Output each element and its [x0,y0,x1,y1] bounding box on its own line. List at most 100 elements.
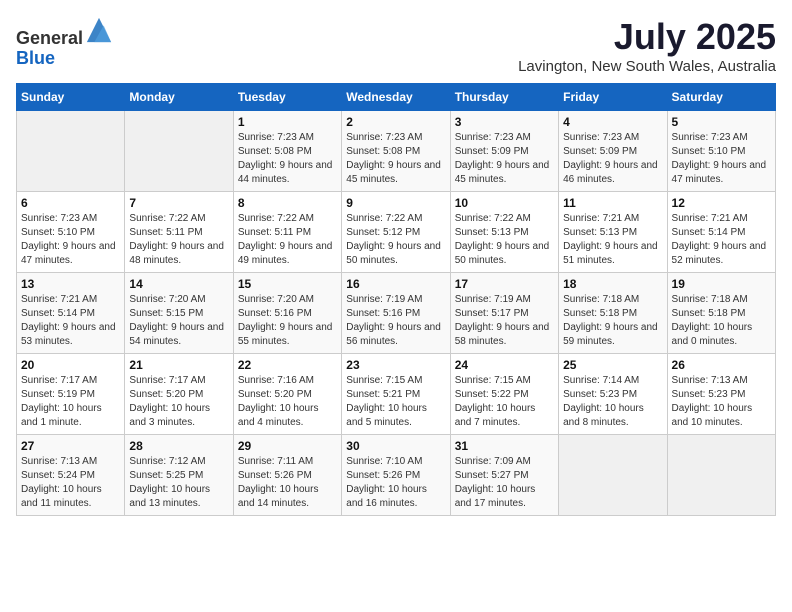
day-detail: Sunrise: 7:09 AMSunset: 5:27 PMDaylight:… [455,455,554,511]
day-header-tuesday: Tuesday [233,84,341,111]
day-number: 3 [455,115,554,129]
calendar-cell: 10 Sunrise: 7:22 AMSunset: 5:13 PMDayligh… [450,192,558,273]
calendar-cell: 1 Sunrise: 7:23 AMSunset: 5:08 PMDaylight… [233,111,341,192]
day-detail: Sunrise: 7:21 AMSunset: 5:13 PMDaylight:… [563,212,662,268]
day-detail: Sunrise: 7:14 AMSunset: 5:23 PMDaylight:… [563,374,662,430]
day-detail: Sunrise: 7:10 AMSunset: 5:26 PMDaylight:… [346,455,445,511]
day-number: 28 [129,439,228,453]
day-detail: Sunrise: 7:15 AMSunset: 5:22 PMDaylight:… [455,374,554,430]
calendar-cell: 11Sunrise: 7:21 AMSunset: 5:13 PMDayligh… [559,192,667,273]
day-number: 6 [21,196,120,210]
calendar-cell: 22Sunrise: 7:16 AMSunset: 5:20 PMDayligh… [233,354,341,435]
day-detail: Sunrise: 7:22 AMSunset: 5:13 PMDaylight:… [455,212,554,268]
day-detail: Sunrise: 7:15 AMSunset: 5:21 PMDaylight:… [346,374,445,430]
calendar-cell: 14 Sunrise: 7:20 AMSunset: 5:15 PMDayligh… [125,273,233,354]
calendar-cell: 24 Sunrise: 7:15 AMSunset: 5:22 PMDayligh… [450,354,558,435]
day-number: 22 [238,358,337,372]
day-detail: Sunrise: 7:19 AMSunset: 5:16 PMDaylight:… [346,293,445,349]
calendar-week-row: 20Sunrise: 7:17 AMSunset: 5:19 PMDayligh… [17,354,776,435]
day-detail: Sunrise: 7:21 AMSunset: 5:14 PMDaylight:… [21,293,120,349]
logo-blue: Blue [16,48,55,68]
day-detail: Sunrise: 7:23 AMSunset: 5:10 PMDaylight:… [672,131,771,187]
day-detail: Sunrise: 7:19 AMSunset: 5:17 PMDaylight:… [455,293,554,349]
day-number: 21 [129,358,228,372]
day-number: 19 [672,277,771,291]
day-number: 14 [129,277,228,291]
day-detail: Sunrise: 7:23 AMSunset: 5:08 PMDaylight:… [238,131,337,187]
day-number: 17 [455,277,554,291]
day-number: 18 [563,277,662,291]
day-detail: Sunrise: 7:18 AMSunset: 5:18 PMDaylight:… [672,293,771,349]
day-detail: Sunrise: 7:22 AMSunset: 5:11 PMDaylight:… [129,212,228,268]
day-detail: Sunrise: 7:12 AMSunset: 5:25 PMDaylight:… [129,455,228,511]
day-number: 13 [21,277,120,291]
day-number: 9 [346,196,445,210]
day-detail: Sunrise: 7:23 AMSunset: 5:09 PMDaylight:… [455,131,554,187]
calendar-cell: 31 Sunrise: 7:09 AMSunset: 5:27 PMDayligh… [450,435,558,516]
day-number: 7 [129,196,228,210]
day-detail: Sunrise: 7:17 AMSunset: 5:20 PMDaylight:… [129,374,228,430]
calendar-cell: 15Sunrise: 7:20 AMSunset: 5:16 PMDayligh… [233,273,341,354]
day-number: 27 [21,439,120,453]
day-detail: Sunrise: 7:21 AMSunset: 5:14 PMDaylight:… [672,212,771,268]
day-number: 5 [672,115,771,129]
page-header: General Blue July 2025 Lavington, New So… [16,16,776,75]
day-detail: Sunrise: 7:20 AMSunset: 5:15 PMDaylight:… [129,293,228,349]
day-number: 4 [563,115,662,129]
day-detail: Sunrise: 7:11 AMSunset: 5:26 PMDaylight:… [238,455,337,511]
day-number: 8 [238,196,337,210]
calendar-cell: 7 Sunrise: 7:22 AMSunset: 5:11 PMDaylight… [125,192,233,273]
calendar-cell [125,111,233,192]
day-detail: Sunrise: 7:13 AMSunset: 5:24 PMDaylight:… [21,455,120,511]
day-detail: Sunrise: 7:18 AMSunset: 5:18 PMDaylight:… [563,293,662,349]
day-detail: Sunrise: 7:22 AMSunset: 5:11 PMDaylight:… [238,212,337,268]
day-number: 10 [455,196,554,210]
calendar-table: SundayMondayTuesdayWednesdayThursdayFrid… [16,83,776,516]
day-number: 30 [346,439,445,453]
calendar-cell: 5 Sunrise: 7:23 AMSunset: 5:10 PMDaylight… [667,111,775,192]
day-number: 24 [455,358,554,372]
calendar-cell: 9Sunrise: 7:22 AMSunset: 5:12 PMDaylight… [342,192,450,273]
calendar-cell: 3 Sunrise: 7:23 AMSunset: 5:09 PMDaylight… [450,111,558,192]
calendar-cell: 25 Sunrise: 7:14 AMSunset: 5:23 PMDayligh… [559,354,667,435]
day-header-monday: Monday [125,84,233,111]
logo-general: General [16,28,83,48]
calendar-cell: 17 Sunrise: 7:19 AMSunset: 5:17 PMDayligh… [450,273,558,354]
location-subtitle: Lavington, New South Wales, Australia [518,58,776,75]
calendar-cell: 27 Sunrise: 7:13 AMSunset: 5:24 PMDayligh… [17,435,125,516]
day-number: 25 [563,358,662,372]
day-number: 1 [238,115,337,129]
title-block: July 2025 Lavington, New South Wales, Au… [518,16,776,75]
calendar-cell: 13 Sunrise: 7:21 AMSunset: 5:14 PMDayligh… [17,273,125,354]
calendar-cell: 29Sunrise: 7:11 AMSunset: 5:26 PMDayligh… [233,435,341,516]
calendar-cell [17,111,125,192]
calendar-week-row: 13 Sunrise: 7:21 AMSunset: 5:14 PMDayligh… [17,273,776,354]
calendar-cell: 4 Sunrise: 7:23 AMSunset: 5:09 PMDaylight… [559,111,667,192]
day-number: 16 [346,277,445,291]
day-number: 2 [346,115,445,129]
day-detail: Sunrise: 7:23 AMSunset: 5:08 PMDaylight:… [346,131,445,187]
day-header-thursday: Thursday [450,84,558,111]
calendar-cell: 16 Sunrise: 7:19 AMSunset: 5:16 PMDayligh… [342,273,450,354]
day-header-friday: Friday [559,84,667,111]
calendar-cell: 20Sunrise: 7:17 AMSunset: 5:19 PMDayligh… [17,354,125,435]
calendar-cell: 21 Sunrise: 7:17 AMSunset: 5:20 PMDayligh… [125,354,233,435]
day-detail: Sunrise: 7:13 AMSunset: 5:23 PMDaylight:… [672,374,771,430]
calendar-cell: 23Sunrise: 7:15 AMSunset: 5:21 PMDayligh… [342,354,450,435]
logo: General Blue [16,16,113,69]
day-header-sunday: Sunday [17,84,125,111]
calendar-cell: 18 Sunrise: 7:18 AMSunset: 5:18 PMDayligh… [559,273,667,354]
calendar-week-row: 6Sunrise: 7:23 AMSunset: 5:10 PMDaylight… [17,192,776,273]
calendar-cell: 26Sunrise: 7:13 AMSunset: 5:23 PMDayligh… [667,354,775,435]
day-number: 12 [672,196,771,210]
day-header-wednesday: Wednesday [342,84,450,111]
calendar-week-row: 1 Sunrise: 7:23 AMSunset: 5:08 PMDaylight… [17,111,776,192]
month-year-title: July 2025 [518,16,776,58]
day-detail: Sunrise: 7:23 AMSunset: 5:09 PMDaylight:… [563,131,662,187]
logo-icon [85,16,113,44]
calendar-week-row: 27 Sunrise: 7:13 AMSunset: 5:24 PMDayligh… [17,435,776,516]
day-number: 31 [455,439,554,453]
calendar-cell [667,435,775,516]
day-detail: Sunrise: 7:17 AMSunset: 5:19 PMDaylight:… [21,374,120,430]
calendar-header-row: SundayMondayTuesdayWednesdayThursdayFrid… [17,84,776,111]
